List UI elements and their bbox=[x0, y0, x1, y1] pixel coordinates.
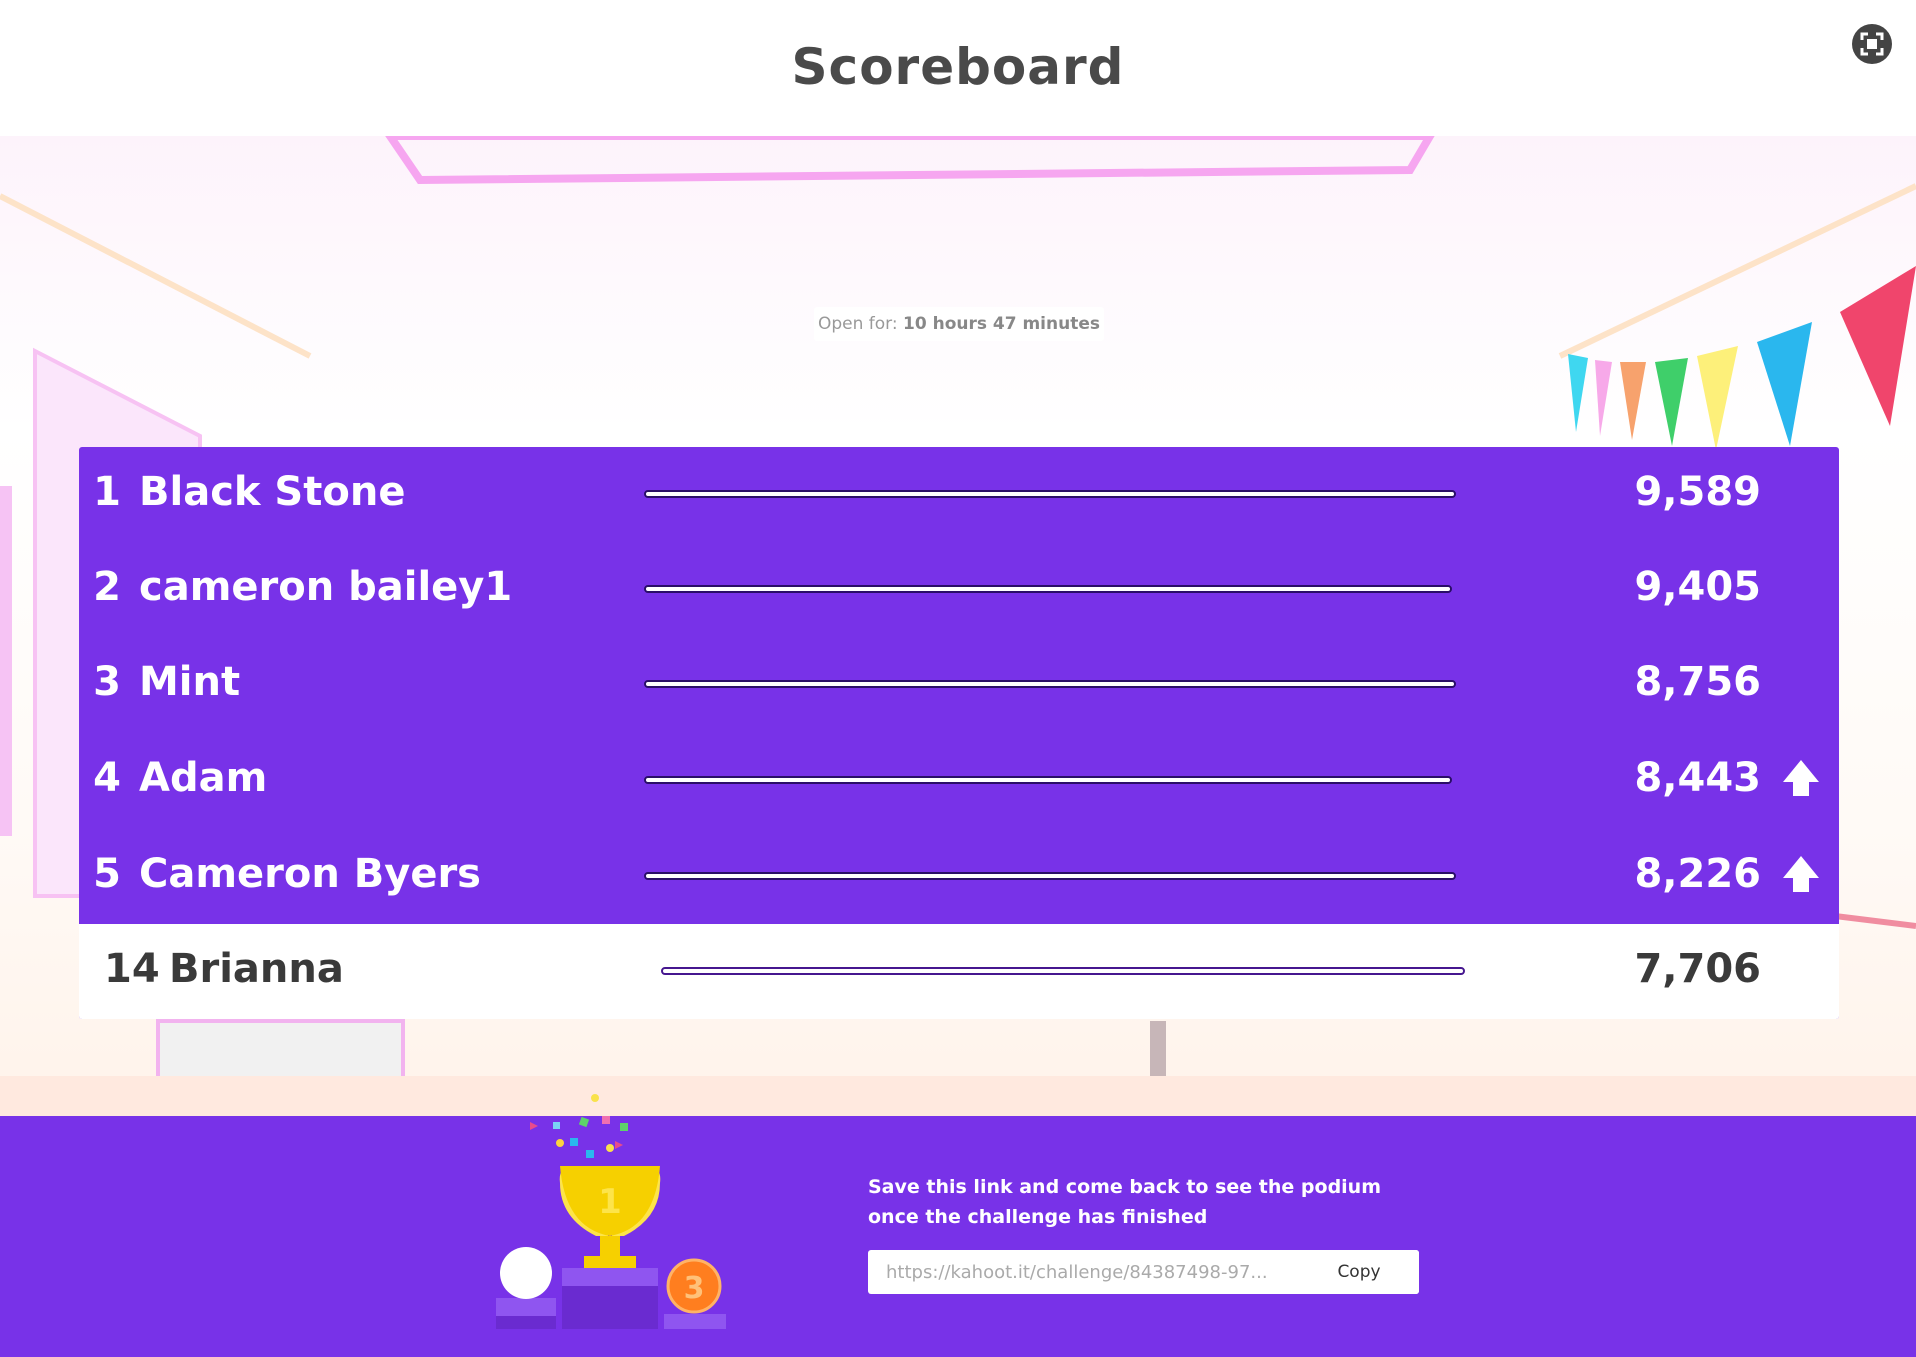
rank-up-arrow-icon bbox=[1783, 856, 1819, 892]
row-score: 9,405 bbox=[1634, 564, 1761, 610]
scoreboard-row: 4 Adam 8,443 bbox=[79, 733, 1839, 828]
score-bar bbox=[661, 967, 1465, 975]
row-rank: 2 bbox=[93, 564, 121, 610]
row-player-name: Adam bbox=[139, 755, 268, 801]
svg-text:1: 1 bbox=[598, 1182, 622, 1222]
fullscreen-button[interactable] bbox=[1852, 24, 1892, 64]
row-player-name: Brianna bbox=[169, 946, 344, 992]
row-rank: 1 bbox=[93, 469, 121, 515]
copy-link-button[interactable]: Copy bbox=[1299, 1250, 1419, 1294]
row-rank: 3 bbox=[93, 659, 121, 705]
open-for-status: Open for: 10 hours 47 minutes bbox=[814, 307, 1104, 341]
save-link-message: Save this link and come back to see the … bbox=[868, 1176, 1381, 1228]
score-bar bbox=[644, 872, 1456, 880]
fullscreen-icon bbox=[1860, 32, 1884, 56]
row-rank: 4 bbox=[93, 755, 121, 801]
page-title: Scoreboard bbox=[791, 38, 1125, 96]
row-score: 8,443 bbox=[1634, 755, 1761, 801]
row-player-name: Mint bbox=[139, 659, 241, 705]
scoreboard-list: 1 Black Stone 9,589 2 cameron bailey1 9,… bbox=[79, 447, 1839, 1019]
background-scene: Open for: 10 hours 47 minutes 1 Black St… bbox=[0, 136, 1916, 1116]
current-player-row: 14 Brianna 7,706 bbox=[79, 924, 1839, 1019]
challenge-link-field[interactable] bbox=[886, 1250, 1286, 1294]
open-for-label: Open for: bbox=[817, 314, 898, 334]
row-player-name: cameron bailey1 bbox=[139, 564, 513, 610]
row-score: 7,706 bbox=[1634, 946, 1761, 992]
header: Scoreboard bbox=[0, 0, 1916, 136]
open-for-value: 10 hours 47 minutes bbox=[903, 314, 1100, 334]
rank-up-arrow-icon bbox=[1783, 760, 1819, 796]
trophy-podium-icon: 1 3 bbox=[496, 1094, 726, 1329]
score-bar bbox=[644, 776, 1452, 784]
row-player-name: Black Stone bbox=[139, 469, 406, 515]
row-score: 9,589 bbox=[1634, 469, 1761, 515]
challenge-link-box: Copy bbox=[868, 1250, 1419, 1294]
footer: 1 3 Save this link and come back to see … bbox=[0, 1094, 1916, 1357]
row-player-name: Cameron Byers bbox=[139, 851, 481, 897]
row-rank: 5 bbox=[93, 851, 121, 897]
row-score: 8,226 bbox=[1634, 851, 1761, 897]
third-place-medal: 3 bbox=[684, 1271, 705, 1306]
row-score: 8,756 bbox=[1634, 659, 1761, 705]
scoreboard-row: 5 Cameron Byers 8,226 bbox=[79, 829, 1839, 924]
score-bar bbox=[644, 585, 1452, 593]
score-bar bbox=[644, 490, 1456, 498]
scoreboard-row: 3 Mint 8,756 bbox=[79, 637, 1839, 732]
scoreboard-row: 2 cameron bailey1 9,405 bbox=[79, 542, 1839, 637]
score-bar bbox=[644, 680, 1456, 688]
scoreboard-row: 1 Black Stone 9,589 bbox=[79, 447, 1839, 542]
